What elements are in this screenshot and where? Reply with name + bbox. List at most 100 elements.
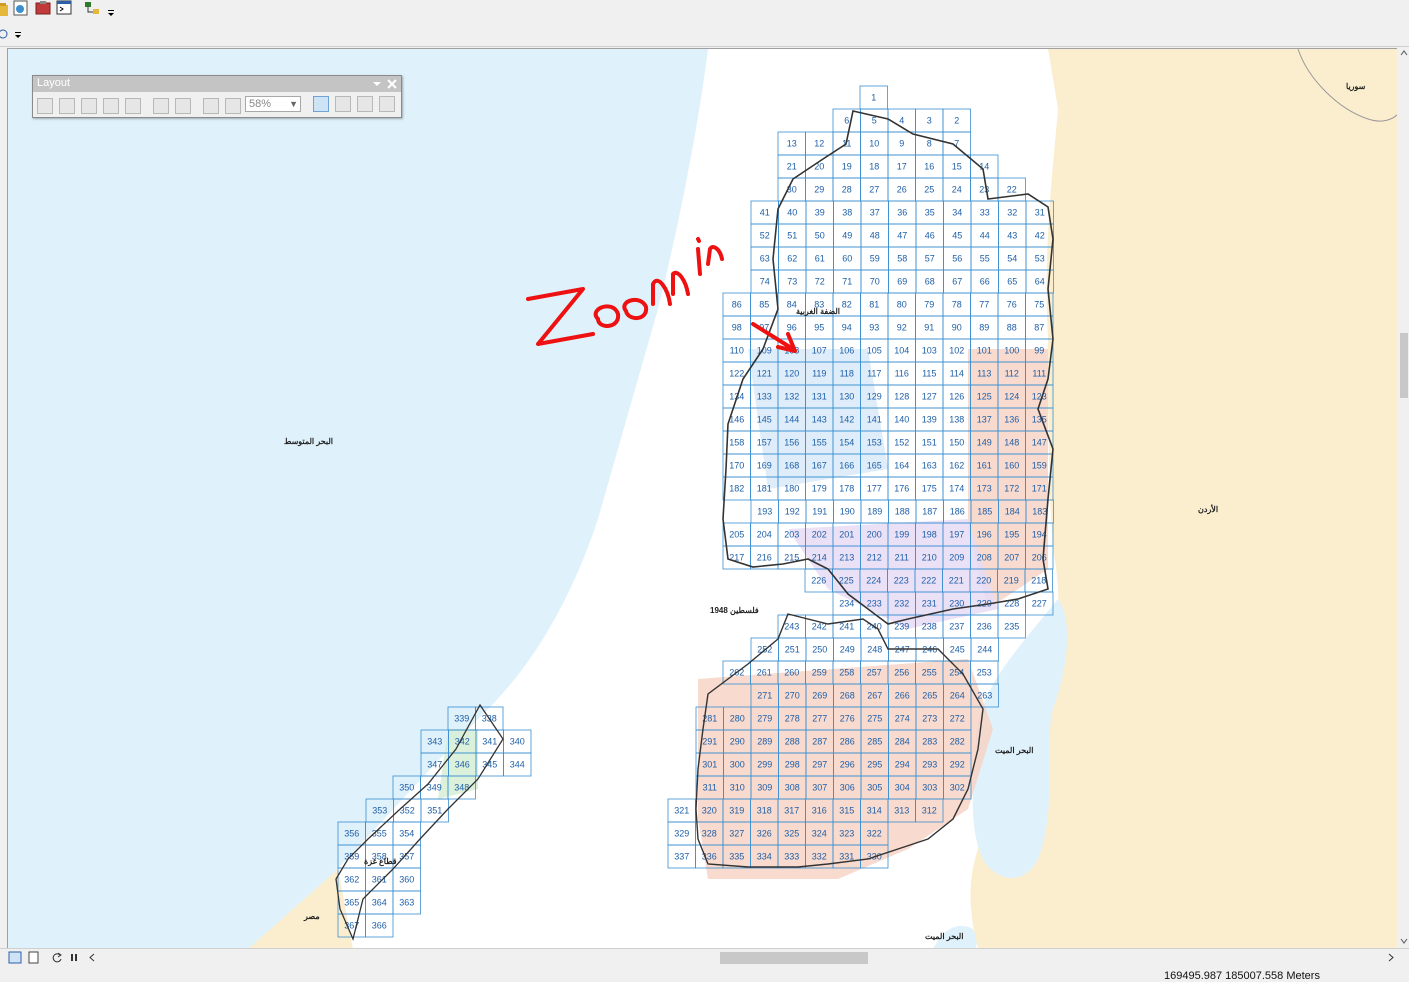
grid-cell-label: 39 bbox=[815, 208, 825, 218]
label-dead-sea-south: البحر الميت bbox=[925, 932, 964, 941]
grid-cell-label: 256 bbox=[894, 668, 909, 678]
grid-cell-label: 32 bbox=[1007, 208, 1017, 218]
vertical-scrollbar[interactable] bbox=[1397, 48, 1409, 948]
grid-cell-label: 42 bbox=[1035, 231, 1045, 241]
grid-cell-label: 346 bbox=[455, 760, 470, 770]
grid-cell-label: 221 bbox=[949, 576, 964, 586]
toolbox-icon[interactable] bbox=[35, 0, 51, 16]
grid-cell-label: 90 bbox=[952, 323, 962, 333]
horizontal-scroll-thumb[interactable] bbox=[720, 952, 868, 964]
grid-cell-label: 151 bbox=[922, 438, 937, 448]
zoom-100-button[interactable] bbox=[125, 98, 141, 114]
toolbar-menu-icon[interactable] bbox=[372, 80, 382, 88]
scroll-left-icon[interactable] bbox=[86, 951, 100, 964]
zoom-percent-select[interactable]: 58% ▼ bbox=[245, 96, 301, 112]
refresh-icon[interactable] bbox=[50, 951, 64, 964]
grid-cell-label: 305 bbox=[867, 783, 882, 793]
grid-cell-label: 95 bbox=[814, 323, 824, 333]
grid-cell-label: 172 bbox=[1004, 484, 1019, 494]
grid-cell-label: 331 bbox=[839, 852, 854, 862]
grid-cell-label: 48 bbox=[870, 231, 880, 241]
grid-cell-label: 78 bbox=[952, 300, 962, 310]
pause-drawing-icon[interactable] bbox=[68, 951, 82, 964]
scroll-down-icon[interactable] bbox=[1400, 937, 1408, 945]
layout-view-icon[interactable] bbox=[27, 951, 41, 964]
grid-cell-label: 337 bbox=[674, 852, 689, 862]
layout-toolbar-titlebar[interactable]: Layout bbox=[33, 76, 401, 92]
pan-page-button[interactable] bbox=[81, 98, 97, 114]
grid-cell-label: 216 bbox=[757, 553, 772, 563]
grid-cell-label: 61 bbox=[815, 254, 825, 264]
python-window-icon[interactable] bbox=[56, 0, 72, 16]
grid-cell-label: 96 bbox=[787, 323, 797, 333]
zoom-whole-page-button[interactable] bbox=[103, 98, 119, 114]
fixed-zoom-in-button[interactable] bbox=[153, 98, 169, 114]
coordinate-readout: 169495.987 185007.558 Meters bbox=[1164, 970, 1320, 982]
grid-cell-label: 289 bbox=[757, 737, 772, 747]
grid-cell-label: 214 bbox=[812, 553, 827, 563]
grid-cell-label: 306 bbox=[840, 783, 855, 793]
mediterranean-sea bbox=[8, 49, 708, 949]
vertical-scroll-thumb[interactable] bbox=[1400, 333, 1408, 398]
data-view-icon[interactable] bbox=[8, 951, 22, 964]
grid-cell-label: 267 bbox=[867, 691, 882, 701]
grid-cell-label: 130 bbox=[839, 392, 854, 402]
map-canvas[interactable]: 16 5 4 3 213 12 11 10 9 8 721 20 19 18 17 16 15 1430 29 28 2… bbox=[8, 49, 1398, 949]
grid-cell-label: 150 bbox=[949, 438, 964, 448]
toggle-draft-mode-button[interactable] bbox=[313, 96, 329, 112]
grid-cell-label: 117 bbox=[867, 369, 881, 379]
grid-cell-label: 8 bbox=[927, 139, 932, 149]
grid-cell-label: 174 bbox=[949, 484, 964, 494]
grid-cell-label: 285 bbox=[867, 737, 882, 747]
grid-cell-label: 348 bbox=[454, 783, 469, 793]
scroll-right-icon[interactable] bbox=[1384, 951, 1398, 964]
label-jordan: الأردن bbox=[1198, 505, 1219, 514]
layout-toolbar[interactable]: Layout 58% ▼ bbox=[32, 75, 402, 118]
toolbar-options-icon-2[interactable] bbox=[13, 28, 29, 44]
grid-cell-label: 245 bbox=[950, 645, 965, 655]
toolbar-options-icon[interactable] bbox=[106, 6, 122, 22]
grid-cell-label: 143 bbox=[812, 415, 827, 425]
zoom-out-page-button[interactable] bbox=[59, 98, 75, 114]
grid-cell-label: 94 bbox=[842, 323, 852, 333]
grid-cell-label: 104 bbox=[894, 346, 909, 356]
grid-cell-label: 210 bbox=[922, 553, 937, 563]
grid-cell-label: 161 bbox=[977, 461, 992, 471]
grid-cell-label: 88 bbox=[1007, 323, 1017, 333]
grid-cell-label: 142 bbox=[839, 415, 854, 425]
grid-cell-label: 81 bbox=[869, 300, 879, 310]
close-icon[interactable] bbox=[386, 78, 398, 90]
model-builder-icon[interactable] bbox=[84, 0, 100, 16]
layout-tools bbox=[37, 94, 245, 114]
catalog-icon[interactable] bbox=[13, 0, 29, 16]
fixed-zoom-out-button[interactable] bbox=[175, 98, 191, 114]
grid-cell-label: 70 bbox=[870, 277, 880, 287]
grid-cell-label: 123 bbox=[1032, 392, 1047, 402]
grid-cell-label: 28 bbox=[842, 185, 852, 195]
map-display[interactable]: 1 6 5 4 3 2 13 12 11 10 9 8 7 21 20 19 18 17 16 15 14 30 29 28 2… bbox=[7, 48, 1399, 950]
grid-cell-label: 100 bbox=[1004, 346, 1019, 356]
grid-cell-label: 65 bbox=[1007, 277, 1017, 287]
grid-cell-label: 9 bbox=[899, 139, 904, 149]
grid-cell-label: 82 bbox=[842, 300, 852, 310]
grid-cell-label: 173 bbox=[977, 484, 992, 494]
grid-cell-label: 360 bbox=[399, 875, 414, 885]
grid-cell-label: 24 bbox=[952, 185, 962, 195]
grid-cell-label: 191 bbox=[812, 507, 827, 517]
data-driven-pages-button[interactable] bbox=[379, 96, 395, 112]
zoom-in-page-button[interactable] bbox=[37, 98, 53, 114]
grid-cell-label: 165 bbox=[867, 461, 882, 471]
grid-cell-label: 85 bbox=[759, 300, 769, 310]
scroll-up-icon[interactable] bbox=[1400, 49, 1408, 57]
go-forward-extent-button[interactable] bbox=[225, 98, 241, 114]
grid-cell-label: 334 bbox=[757, 852, 772, 862]
label-palestine-1948: فلسطين 1948 bbox=[710, 606, 759, 615]
grid-cell-label: 329 bbox=[674, 829, 689, 839]
change-layout-button[interactable] bbox=[357, 96, 373, 112]
focus-data-frame-button[interactable] bbox=[335, 96, 351, 112]
grid-cell-label: 261 bbox=[757, 668, 772, 678]
grid-cell-label: 73 bbox=[787, 277, 797, 287]
grid-cell-label: 153 bbox=[867, 438, 882, 448]
grid-cell-label: 192 bbox=[785, 507, 800, 517]
go-back-extent-button[interactable] bbox=[203, 98, 219, 114]
